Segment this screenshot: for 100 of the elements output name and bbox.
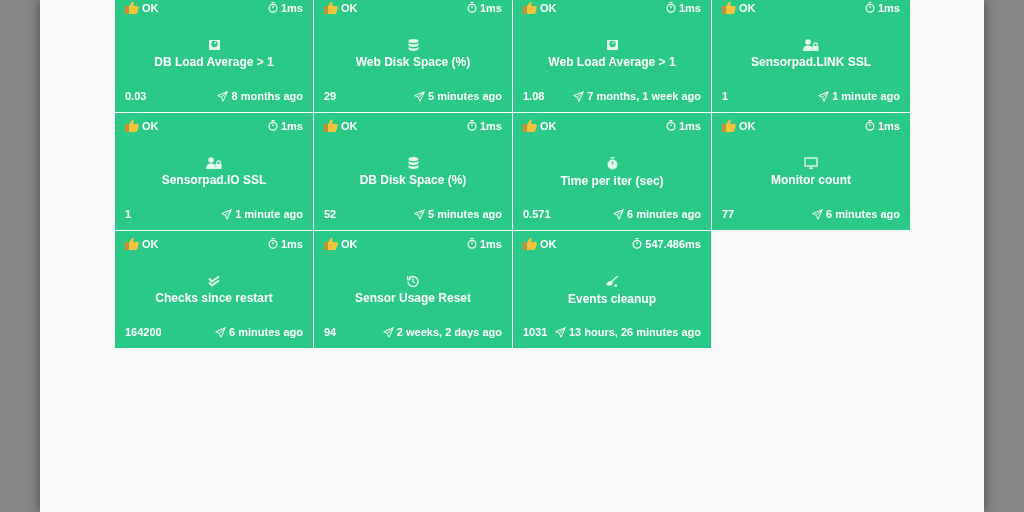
stopwatch-icon (606, 156, 618, 170)
database-icon (407, 157, 419, 169)
stopwatch-icon (267, 238, 278, 249)
status-label: OK (142, 1, 159, 14)
monitor-value: 1 (125, 208, 132, 220)
monitor-tile[interactable]: OK 1ms Time per iter (sec) 0.571 6 minutes ago (513, 113, 711, 230)
last-updated: 8 months ago (231, 90, 303, 102)
monitor-tile[interactable]: OK 547.486ms Events cleanup 1031 13 hours, 26 minutes ago (513, 231, 711, 348)
duration: 1ms (678, 119, 701, 132)
monitor-tile[interactable]: OK 1ms Sensor Usage Reset 94 2 weeks, 2 days ago (314, 231, 512, 348)
monitor-tile[interactable]: OK 1ms DB Load Average > 1 0.03 8 months ago (115, 0, 313, 112)
status-label: OK (540, 1, 557, 14)
monitor-value: 1031 (523, 326, 548, 338)
last-updated: 1 minute ago (832, 90, 900, 102)
database-icon (407, 39, 419, 51)
user-lock-icon (206, 157, 222, 169)
last-updated: 1 minute ago (235, 208, 303, 220)
monitor-name: Web Load Average > 1 (548, 55, 676, 69)
paper-plane-icon (217, 90, 229, 102)
status-label: OK (142, 237, 159, 250)
paper-plane-icon (812, 208, 824, 220)
monitor-tile[interactable]: OK 1ms Checks since restart 164200 6 minutes ago (115, 231, 313, 348)
duration: 1ms (280, 119, 303, 132)
monitor-name: Sensor Usage Reset (354, 291, 472, 305)
status-label: OK (341, 237, 358, 250)
monitor-name: Sensorpad.IO SSL (161, 173, 267, 187)
last-updated: 2 weeks, 2 days ago (396, 326, 502, 338)
status-label: OK (341, 1, 358, 14)
gauge-icon (605, 39, 619, 51)
status-label: OK (540, 237, 557, 250)
status-label: OK (739, 119, 756, 132)
thumbs-up-icon (722, 119, 736, 132)
thumbs-up-icon (523, 1, 537, 14)
monitor-value: 164200 (125, 326, 162, 338)
monitor-name: Checks since restart (155, 290, 273, 305)
paper-plane-icon (573, 90, 585, 102)
broom-icon (605, 274, 619, 288)
monitor-tile[interactable]: OK 1ms Web Load Average > 1 1.08 7 months, 1 week ago (513, 0, 711, 112)
monitor-name: Monitor count (771, 173, 851, 187)
last-updated: 5 minutes ago (428, 90, 502, 102)
last-updated: 7 months, 1 week ago (587, 90, 701, 102)
stopwatch-icon (267, 120, 278, 131)
history-icon (407, 275, 419, 287)
stopwatch-icon (466, 2, 477, 13)
monitor-value: 29 (324, 90, 337, 102)
double-check-icon (207, 275, 221, 287)
monitor-name: Events cleanup (568, 291, 656, 306)
stopwatch-icon (864, 120, 875, 131)
monitor-tile[interactable]: OK 1ms Sensorpad.LINK SSL 1 1 minute ago (712, 0, 910, 112)
thumbs-up-icon (125, 237, 139, 250)
monitor-value: 1.08 (523, 90, 545, 102)
monitor-value: 1 (722, 90, 729, 102)
stopwatch-icon (665, 120, 676, 131)
stopwatch-icon (864, 2, 875, 13)
paper-plane-icon (414, 90, 426, 102)
duration: 1ms (877, 1, 900, 14)
paper-plane-icon (818, 90, 830, 102)
status-label: OK (142, 119, 159, 132)
monitor-value: 0.03 (125, 90, 147, 102)
stopwatch-icon (466, 238, 477, 249)
duration: 547.486ms (645, 237, 701, 250)
paper-plane-icon (613, 208, 625, 220)
thumbs-up-icon (722, 1, 736, 14)
last-updated: 5 minutes ago (428, 208, 502, 220)
duration: 1ms (479, 237, 502, 250)
monitor-name: DB Load Average > 1 (154, 55, 274, 69)
thumbs-up-icon (125, 119, 139, 132)
thumbs-up-icon (125, 1, 139, 14)
duration: 1ms (877, 119, 900, 132)
monitor-value: 77 (722, 208, 735, 220)
duration: 1ms (479, 1, 502, 14)
monitor-tile[interactable]: OK 1ms Monitor count 77 6 minutes ago (712, 113, 910, 230)
monitor-tile[interactable]: OK 1ms Web Disk Space (%) 29 5 minutes ago (314, 0, 512, 112)
paper-plane-icon (382, 326, 394, 338)
last-updated: 6 minutes ago (826, 208, 900, 220)
status-label: OK (341, 119, 358, 132)
duration: 1ms (678, 1, 701, 14)
status-label: OK (540, 119, 557, 132)
monitor-icon (804, 157, 818, 169)
monitor-name: Web Disk Space (%) (355, 55, 471, 69)
thumbs-up-icon (324, 119, 338, 132)
thumbs-up-icon (523, 119, 537, 132)
paper-plane-icon (414, 208, 426, 220)
monitor-value: 0.571 (523, 208, 551, 220)
monitor-tile[interactable]: OK 1ms Sensorpad.IO SSL 1 1 minute ago (115, 113, 313, 230)
paper-plane-icon (554, 326, 566, 338)
stopwatch-icon (466, 120, 477, 131)
duration: 1ms (280, 237, 303, 250)
duration: 1ms (280, 1, 303, 14)
monitor-tile[interactable]: OK 1ms DB Disk Space (%) 52 5 minutes ago (314, 113, 512, 230)
last-updated: 13 hours, 26 minutes ago (568, 326, 701, 338)
stopwatch-icon (267, 2, 278, 13)
thumbs-up-icon (324, 237, 338, 250)
paper-plane-icon (221, 208, 233, 220)
monitor-name: Time per iter (sec) (560, 173, 664, 188)
status-label: OK (739, 1, 756, 14)
last-updated: 6 minutes ago (627, 208, 701, 220)
monitor-value: 52 (324, 208, 337, 220)
monitor-value: 94 (324, 326, 337, 338)
paper-plane-icon (215, 326, 227, 338)
